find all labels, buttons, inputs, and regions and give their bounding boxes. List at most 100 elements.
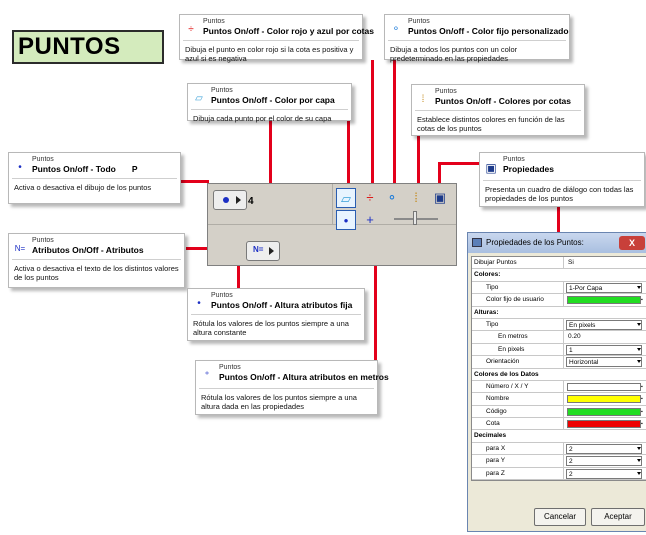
property-row: para Z 2	[472, 467, 646, 481]
tooltip-rojo-azul: ÷ Puntos Puntos On/off - Color rojo y az…	[179, 14, 374, 63]
cancel-button[interactable]: Cancelar	[534, 508, 586, 526]
properties-button[interactable]: ▣	[430, 188, 450, 208]
ok-button[interactable]: Aceptar	[591, 508, 645, 526]
property-label: Cota	[472, 418, 564, 430]
window-icon	[472, 238, 482, 247]
property-section: Decimales	[472, 430, 646, 443]
color-swatch[interactable]	[567, 296, 641, 305]
property-value-text: Horizontal	[569, 359, 599, 367]
tooltip-atributos: N= Puntos Atributos On/Off - Atributos A…	[8, 233, 185, 288]
property-value-text: En pixels	[569, 321, 596, 329]
properties-window-icon: ▣	[485, 161, 497, 175]
property-label: En metros	[472, 331, 564, 343]
arrow-right-icon	[269, 247, 274, 255]
property-section: Colores:	[472, 269, 646, 282]
property-row: Código ▪	[472, 405, 646, 419]
property-select[interactable]: Horizontal	[566, 357, 642, 368]
attributes-icon: N=	[14, 244, 26, 253]
chevron-down-icon[interactable]	[637, 459, 641, 463]
elevation-colors-button[interactable]: ⁞	[406, 188, 426, 208]
tooltip-color-fijo: ⚬ Puntos Puntos On/off - Color fijo pers…	[384, 14, 570, 63]
property-label: Alturas:	[474, 308, 499, 316]
property-value-text: 1	[569, 346, 573, 354]
fixed-color-button[interactable]: ⚬	[382, 188, 402, 208]
attributes-toggle-button[interactable]: N=	[246, 241, 280, 261]
color-swatch[interactable]	[567, 395, 641, 404]
color-swatch[interactable]	[567, 382, 641, 391]
tooltip-altura-metros: ⁺ Puntos Puntos On/off - Altura atributo…	[195, 360, 389, 415]
property-row: para Y 2	[472, 455, 646, 468]
connector-line	[393, 60, 396, 184]
property-label: para Y	[472, 455, 564, 467]
chevron-down-icon[interactable]	[637, 471, 641, 475]
attributes-icon: N=	[253, 245, 264, 254]
property-label: Nombre	[472, 393, 564, 405]
color-swatch[interactable]	[567, 420, 641, 429]
color-by-layer-button[interactable]: ▱	[336, 188, 356, 208]
property-select[interactable]: 1	[566, 344, 642, 355]
property-select[interactable]: 2	[566, 468, 642, 479]
chevron-down-icon[interactable]	[637, 322, 641, 326]
property-label: para X	[472, 442, 564, 455]
color-picker-icon[interactable]: ▪	[641, 382, 646, 392]
property-select[interactable]: En pixels	[566, 319, 642, 330]
chevron-down-icon[interactable]	[637, 285, 641, 289]
close-button[interactable]: X	[619, 236, 645, 250]
tooltip-todo: • Puntos Puntos On/off - Todo P Activa o …	[8, 152, 181, 204]
property-value[interactable]: 0.20	[566, 332, 642, 342]
connector-line	[557, 207, 560, 233]
property-label: Decimales	[474, 432, 507, 440]
color-picker-icon[interactable]: ▪	[641, 394, 646, 404]
color-picker-icon[interactable]: ▪	[641, 295, 646, 305]
color-picker-icon[interactable]: ▪	[641, 419, 646, 429]
arrow-right-icon	[236, 196, 241, 204]
dialog-title: Propiedades de los Puntos:	[486, 238, 584, 247]
chevron-down-icon[interactable]	[637, 446, 641, 450]
chevron-down-icon[interactable]	[637, 360, 641, 364]
property-label: Número / X / Y	[472, 380, 564, 393]
property-label: Colores de los Datos	[474, 370, 539, 378]
property-select[interactable]: 2	[566, 456, 642, 467]
connector-line	[438, 162, 441, 184]
property-label: Tipo	[472, 281, 564, 294]
property-label: Código	[472, 405, 564, 418]
property-section: Alturas:	[472, 307, 646, 319]
red-blue-points-button[interactable]: ÷	[360, 188, 380, 208]
toolbar-divider	[332, 184, 333, 224]
meters-height-icon: ⁺	[204, 370, 210, 381]
color-swatch[interactable]	[567, 407, 641, 416]
property-label: Color fijo de usuario	[472, 294, 564, 306]
connector-line	[237, 265, 240, 290]
property-row: Cota ▪	[472, 418, 646, 431]
property-value[interactable]: Si	[566, 258, 642, 268]
connector-line	[438, 162, 482, 165]
fixed-height-button[interactable]: •	[336, 210, 356, 230]
elevation-colors-icon: ⁞	[421, 94, 425, 105]
point-dot-icon: •	[18, 162, 22, 173]
tooltip-colores-cotas: ⁞ Puntos Puntos On/off - Colores por cot…	[411, 84, 585, 136]
chevron-down-icon[interactable]	[637, 347, 641, 351]
property-select[interactable]: 1-Por Capa	[566, 282, 642, 293]
connector-line	[347, 120, 350, 184]
fixed-height-icon: •	[197, 298, 201, 309]
toolbar-divider	[208, 224, 456, 225]
property-row: Color fijo de usuario ▪	[472, 294, 646, 307]
color-picker-icon[interactable]: ▪	[641, 407, 646, 417]
red-blue-points-icon: ÷	[188, 24, 194, 35]
property-select[interactable]: 2	[566, 443, 642, 454]
connector-line	[371, 60, 374, 184]
fixed-color-point-icon: ⚬	[391, 24, 401, 35]
page-title: PUNTOS	[12, 30, 164, 64]
property-label: para Z	[472, 467, 564, 480]
meters-height-button[interactable]: +	[360, 210, 380, 230]
points-toggle-button[interactable]	[213, 190, 247, 210]
height-slider-thumb[interactable]	[413, 211, 417, 225]
property-label: En pixels	[472, 343, 564, 356]
property-row: En metros 0.20	[472, 331, 646, 344]
property-value-text: 2	[569, 458, 573, 466]
dialog-titlebar: Propiedades de los Puntos: X	[468, 233, 646, 253]
property-grid: Dibujar Puntos Si Colores: Tipo 1-Por Capa Co…	[471, 256, 646, 482]
property-label: Tipo	[472, 318, 564, 331]
property-label: Orientación	[472, 356, 564, 368]
property-value-text: Si	[568, 259, 574, 266]
